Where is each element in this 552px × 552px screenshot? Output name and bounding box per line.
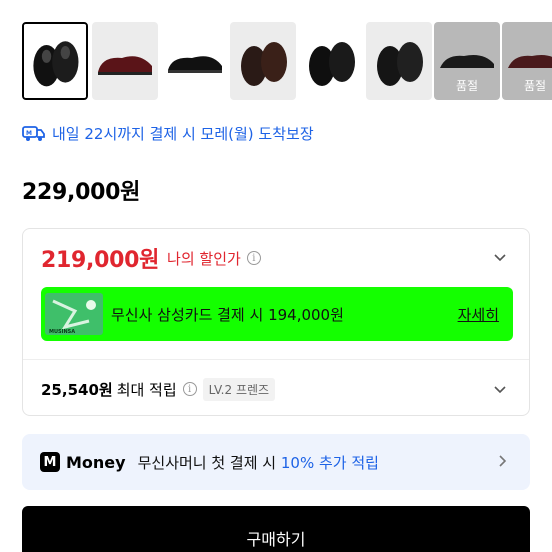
truck-icon: M <box>22 126 45 141</box>
thumbnail-7[interactable]: 품절 <box>434 22 500 100</box>
card-promo-text: 무신사 삼성카드 결제 시 194,000원 <box>111 305 344 324</box>
money-text: 무신사머니 첫 결제 시 10% 추가 적립 <box>138 452 379 473</box>
points-row[interactable]: 25,540원 최대 적립 i LV.2 프렌즈 <box>41 375 276 403</box>
points-label: 최대 적립 <box>116 380 177 399</box>
chevron-down-icon[interactable] <box>493 251 507 265</box>
thumbnail-8[interactable]: 품절 <box>502 22 552 100</box>
shoe-image <box>162 22 228 100</box>
level-badge: LV.2 프렌즈 <box>202 377 276 401</box>
details-link[interactable]: 자세히 <box>458 304 499 325</box>
thumbnail-5[interactable] <box>298 22 364 100</box>
buy-button[interactable]: 구매하기 <box>22 506 530 552</box>
sold-out-label: 품절 <box>523 79 547 93</box>
shoe-image <box>366 22 432 100</box>
original-price: 229,000원 <box>22 180 141 205</box>
shoe-image <box>24 24 86 98</box>
money-word: Money <box>66 452 126 472</box>
thumbnail-3[interactable] <box>162 22 228 100</box>
product-thumbnail-strip: 품절 품절 <box>0 0 552 102</box>
card-image: MUSINSA <box>45 293 103 335</box>
money-highlight: 10% 추가 적립 <box>280 453 379 472</box>
discount-row[interactable]: 219,000원 나의 할인가 i <box>41 241 261 275</box>
thumbnail-6[interactable] <box>366 22 432 100</box>
money-text-prefix: 무신사머니 첫 결제 시 <box>137 453 281 472</box>
chevron-down-icon[interactable] <box>493 383 507 397</box>
shoe-image <box>230 22 296 100</box>
thumbnail-4[interactable] <box>230 22 296 100</box>
money-logo-icon: M <box>40 452 60 472</box>
card-promo-banner[interactable]: MUSINSA 무신사 삼성카드 결제 시 194,000원 자세히 <box>41 287 513 341</box>
info-icon[interactable]: i <box>246 251 261 265</box>
shoe-image <box>92 22 158 100</box>
discount-price: 219,000원 <box>41 248 160 273</box>
shoe-image <box>298 22 364 100</box>
thumbnail-1[interactable] <box>22 22 88 100</box>
svg-text:M: M <box>26 130 32 137</box>
thumbnail-2[interactable] <box>92 22 158 100</box>
discount-box: 219,000원 나의 할인가 i MUSINSA 무신사 삼성카드 결제 시 … <box>22 228 530 416</box>
money-banner[interactable]: M Money 무신사머니 첫 결제 시 10% 추가 적립 <box>22 434 530 490</box>
delivery-text: 내일 22시까지 결제 시 모레(월) 도착보장 <box>52 124 314 143</box>
info-icon[interactable]: i <box>182 382 197 396</box>
chevron-right-icon <box>499 455 507 467</box>
discount-label: 나의 할인가 <box>167 249 241 268</box>
card-brand: MUSINSA <box>49 329 75 335</box>
points-value: 25,540원 <box>41 380 113 399</box>
sold-out-label: 품절 <box>455 79 479 93</box>
delivery-guarantee[interactable]: M 내일 22시까지 결제 시 모레(월) 도착보장 <box>22 122 314 144</box>
divider <box>23 359 529 360</box>
